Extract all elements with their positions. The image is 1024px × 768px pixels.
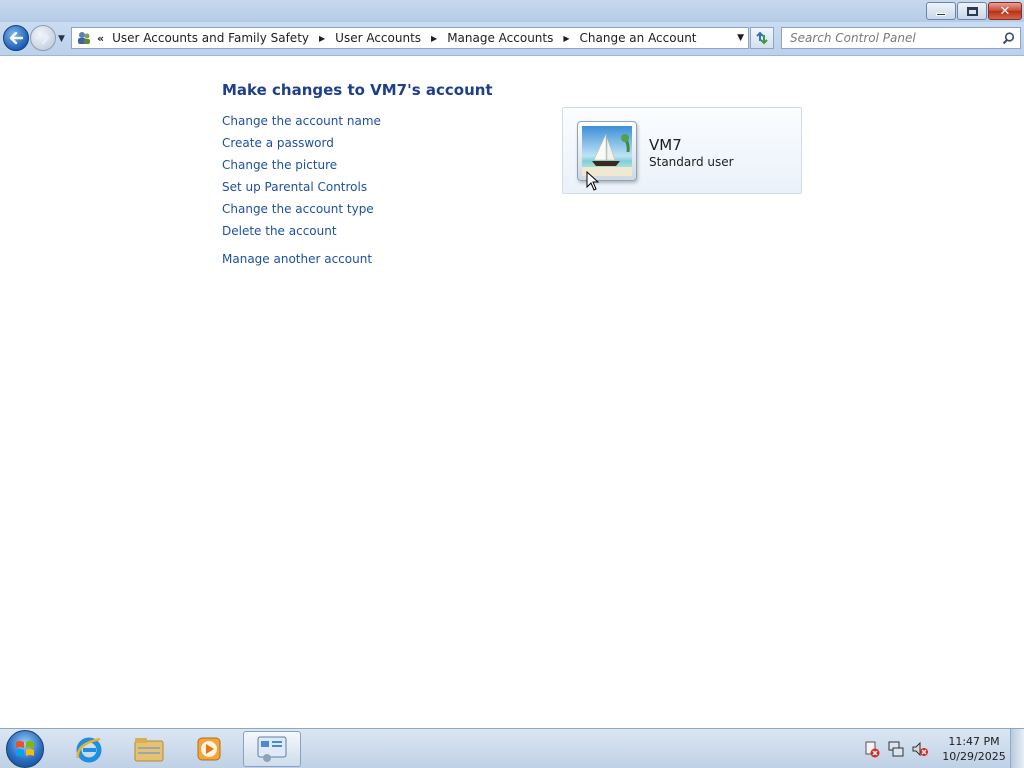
maximize-button[interactable] — [957, 2, 987, 20]
taskbar-media-player[interactable] — [180, 731, 238, 767]
navigation-bar: ▼ « User Accounts and Family Safety ▶ Us… — [0, 22, 1024, 56]
refresh-button[interactable] — [750, 27, 774, 49]
breadcrumb-arrow-icon[interactable]: ▶ — [431, 34, 437, 43]
refresh-icon — [756, 31, 768, 45]
recent-pages-dropdown[interactable]: ▼ — [58, 34, 65, 44]
close-button[interactable]: ✕ — [988, 2, 1022, 20]
main-content: Make changes to VM7's account Change the… — [0, 57, 1024, 728]
clock-date: 10/29/2025 — [942, 750, 1006, 763]
delete-account-link[interactable]: Delete the account — [222, 224, 337, 238]
list-item: Delete the account — [222, 223, 381, 245]
breadcrumb-change-an-account[interactable]: Change an Account — [578, 31, 699, 45]
system-clock[interactable]: 11:47 PM 10/29/2025 — [938, 734, 1010, 764]
control-panel-icon — [257, 736, 287, 762]
breadcrumb-user-accounts[interactable]: User Accounts — [333, 31, 423, 45]
volume-muted-icon[interactable] — [910, 739, 930, 759]
account-type: Standard user — [649, 155, 734, 169]
forward-arrow-icon — [36, 32, 50, 44]
taskbar-internet-explorer[interactable] — [60, 731, 118, 767]
show-desktop-button[interactable] — [1010, 729, 1024, 768]
breadcrumb-overflow[interactable]: « — [97, 32, 104, 45]
media-player-icon — [197, 737, 221, 761]
page-title: Make changes to VM7's account — [222, 81, 493, 99]
breadcrumb-arrow-icon[interactable]: ▶ — [319, 34, 325, 43]
windows-logo-icon — [16, 741, 34, 756]
minimize-button[interactable] — [926, 2, 956, 20]
breadcrumb-manage-accounts[interactable]: Manage Accounts — [445, 31, 555, 45]
address-history-dropdown[interactable]: ▼ — [737, 33, 744, 43]
forward-button[interactable] — [30, 25, 56, 51]
sailboat-picture-icon — [582, 126, 632, 176]
change-account-type-link[interactable]: Change the account type — [222, 202, 374, 216]
parental-controls-link[interactable]: Set up Parental Controls — [222, 180, 367, 194]
task-list: Change the account name Create a passwor… — [222, 113, 381, 245]
taskbar-control-panel[interactable] — [243, 731, 301, 767]
change-account-name-link[interactable]: Change the account name — [222, 114, 381, 128]
internet-explorer-icon — [76, 737, 102, 763]
account-card: VM7 Standard user — [562, 107, 802, 194]
manage-another-container: Manage another account — [222, 252, 372, 266]
change-picture-link[interactable]: Change the picture — [222, 158, 337, 172]
avatar[interactable] — [577, 121, 637, 181]
windows-explorer-icon — [134, 738, 164, 762]
taskbar-windows-explorer[interactable] — [120, 731, 178, 767]
list-item: Create a password — [222, 135, 381, 157]
clock-time: 11:47 PM — [948, 735, 1000, 748]
address-bar[interactable]: « User Accounts and Family Safety ▶ User… — [71, 27, 749, 49]
restore-icon — [966, 6, 978, 16]
minimize-icon — [936, 12, 946, 16]
list-item: Set up Parental Controls — [222, 179, 381, 201]
start-button[interactable] — [6, 730, 44, 768]
list-item: Change the account name — [222, 113, 381, 135]
user-accounts-icon — [75, 30, 93, 46]
search-icon[interactable] — [1002, 31, 1015, 45]
title-bar: ✕ — [0, 0, 1024, 22]
create-password-link[interactable]: Create a password — [222, 136, 334, 150]
close-icon: ✕ — [999, 3, 1011, 19]
list-item: Change the account type — [222, 201, 381, 223]
taskbar: 11:47 PM 10/29/2025 — [0, 728, 1024, 768]
search-box[interactable] — [781, 27, 1021, 49]
list-item: Change the picture — [222, 157, 381, 179]
account-name: VM7 — [649, 136, 682, 154]
breadcrumb-arrow-icon[interactable]: ▶ — [563, 34, 569, 43]
search-input[interactable] — [790, 31, 990, 45]
action-center-error-icon[interactable] — [862, 739, 882, 759]
manage-another-account-link[interactable]: Manage another account — [222, 252, 372, 266]
back-button[interactable] — [3, 25, 29, 51]
notification-area — [862, 739, 930, 759]
network-icon[interactable] — [886, 739, 906, 759]
back-arrow-icon — [9, 32, 23, 44]
breadcrumb-user-accounts-family-safety[interactable]: User Accounts and Family Safety — [110, 31, 311, 45]
